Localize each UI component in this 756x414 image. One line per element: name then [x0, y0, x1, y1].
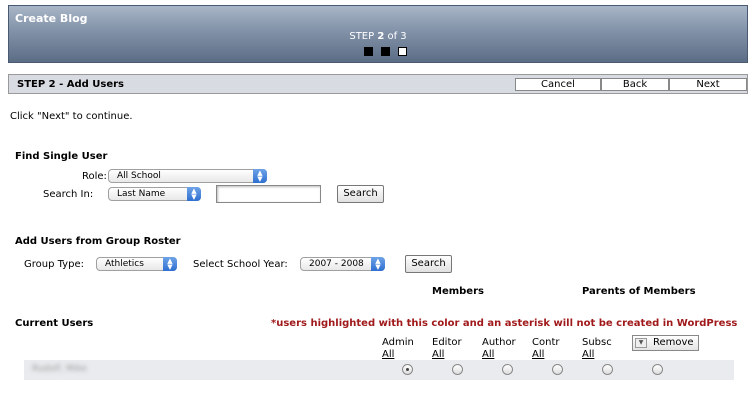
- group-roster-title: Add Users from Group Roster: [15, 236, 181, 247]
- remove-button[interactable]: ▼ Remove: [632, 335, 699, 351]
- wizard-title: Create Blog: [15, 12, 88, 25]
- column-subscriber-label: Subsc: [582, 337, 612, 348]
- school-year-select-value: 2007 - 2008: [309, 259, 364, 269]
- group-type-select-value: Athletics: [105, 259, 144, 269]
- search-in-select-value: Last Name: [117, 189, 166, 199]
- select-arrows-icon: ▲ ▼: [253, 169, 267, 183]
- step-dots: [364, 47, 407, 57]
- step-dot-1: [364, 47, 373, 56]
- role-label: Role:: [82, 171, 107, 182]
- dropdown-arrow-icon: ▼: [635, 338, 647, 348]
- user-name: Rudolf, Mike: [32, 364, 87, 374]
- group-roster-search-button[interactable]: Search: [405, 255, 452, 273]
- wizard-header: Create Blog STEP 2 of 3: [8, 5, 748, 63]
- select-arrows-icon: ▲ ▼: [163, 257, 177, 271]
- wizard-step-indicator: STEP 2 of 3: [9, 31, 747, 42]
- role-select-value: All School: [117, 171, 161, 181]
- find-single-user-title: Find Single User: [15, 151, 108, 162]
- back-button[interactable]: Back: [601, 78, 669, 91]
- role-select[interactable]: All School ▲ ▼: [108, 169, 267, 183]
- column-editor-label: Editor: [432, 337, 462, 348]
- school-year-select[interactable]: 2007 - 2008 ▲ ▼: [300, 257, 385, 271]
- next-button[interactable]: Next: [669, 78, 747, 91]
- wordpress-warning: *users highlighted with this color and a…: [271, 318, 738, 329]
- group-type-label: Group Type:: [24, 259, 84, 270]
- column-subscriber: Subsc All: [582, 337, 612, 361]
- step-bar-title: STEP 2 - Add Users: [17, 79, 125, 90]
- remove-radio[interactable]: [652, 364, 663, 375]
- contributor-radio[interactable]: [552, 364, 563, 375]
- column-author: Author All: [482, 337, 516, 361]
- column-editor: Editor All: [432, 337, 462, 361]
- step-bar: STEP 2 - Add Users Cancel Back Next: [8, 74, 748, 94]
- members-header: Members: [432, 286, 484, 297]
- table-row: Rudolf, Mike: [24, 360, 734, 380]
- current-users-title: Current Users: [15, 318, 94, 329]
- author-radio[interactable]: [502, 364, 513, 375]
- column-author-label: Author: [482, 337, 516, 348]
- school-year-label: Select School Year:: [193, 259, 288, 270]
- step-dot-2: [381, 47, 390, 56]
- column-contributor: Contr All: [532, 337, 559, 361]
- search-in-select[interactable]: Last Name ▲ ▼: [108, 187, 201, 201]
- step-prefix: STEP: [349, 31, 378, 42]
- step-dot-3: [398, 47, 407, 56]
- column-admin-label: Admin: [382, 337, 414, 348]
- select-arrows-icon: ▲ ▼: [187, 187, 201, 201]
- column-admin: Admin All: [382, 337, 414, 361]
- instruction-text: Click "Next" to continue.: [10, 111, 133, 122]
- search-input[interactable]: [216, 185, 321, 203]
- step-suffix: of 3: [384, 31, 407, 42]
- group-type-select[interactable]: Athletics ▲ ▼: [96, 257, 177, 271]
- cancel-button[interactable]: Cancel: [515, 78, 601, 91]
- parents-of-members-header: Parents of Members: [582, 286, 696, 297]
- find-user-search-button[interactable]: Search: [337, 185, 384, 203]
- subscriber-radio[interactable]: [602, 364, 613, 375]
- column-contributor-label: Contr: [532, 337, 560, 348]
- remove-button-label: Remove: [653, 337, 694, 348]
- admin-radio[interactable]: [402, 364, 413, 375]
- search-in-label: Search In:: [43, 189, 94, 200]
- select-arrows-icon: ▲ ▼: [371, 257, 385, 271]
- editor-radio[interactable]: [452, 364, 463, 375]
